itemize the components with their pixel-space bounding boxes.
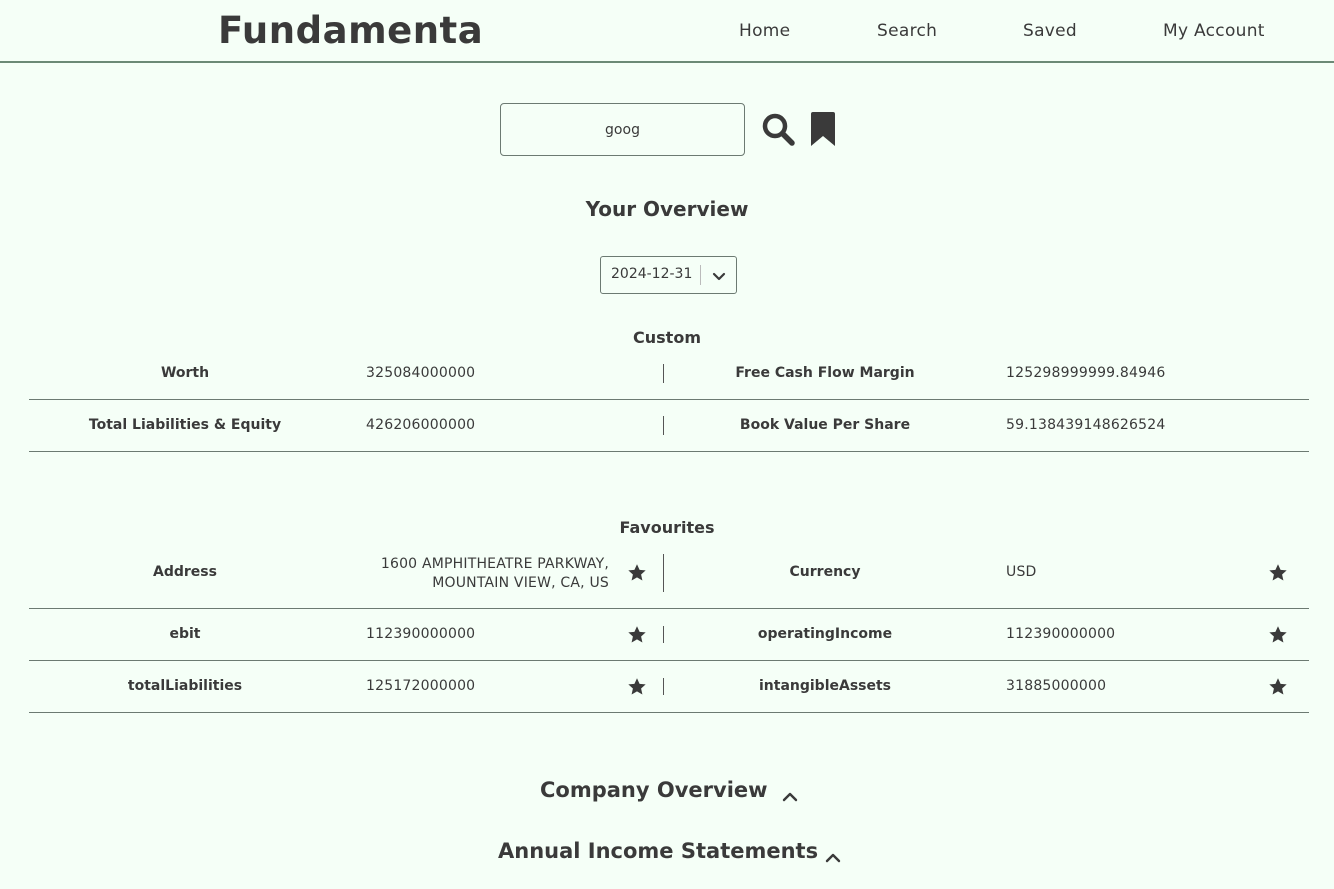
metric-value: 125172000000 <box>366 678 476 694</box>
overview-title: Your Overview <box>585 197 749 221</box>
star-icon[interactable] <box>627 677 647 697</box>
metric-label: Worth <box>160 365 210 381</box>
star-icon[interactable] <box>627 563 647 583</box>
chevron-up-icon <box>782 784 798 802</box>
nav-home-link[interactable]: Home <box>739 19 790 43</box>
star-icon[interactable] <box>1268 625 1288 645</box>
star-icon[interactable] <box>1268 563 1288 583</box>
metric-label: Address <box>153 564 217 580</box>
address-value: 1600 AMPHITHEATRE PARKWAY, MOUNTAIN VIEW… <box>366 555 609 593</box>
table-row: ebit 112390000000 operatingIncome 112390… <box>29 609 1309 661</box>
company-overview-label: Company Overview <box>540 778 768 802</box>
metric-value: 31885000000 <box>1006 678 1107 694</box>
metric-label: Currency <box>789 564 861 580</box>
company-overview-toggle[interactable]: Company Overview <box>0 778 1334 808</box>
metric-value: 426206000000 <box>366 417 476 433</box>
metric-label: Free Cash Flow Margin <box>735 365 915 381</box>
metric-label: ebit <box>169 626 201 642</box>
metric-value: 325084000000 <box>366 365 476 381</box>
chevron-down-icon <box>711 269 727 283</box>
column-divider <box>663 626 664 643</box>
annual-income-toggle[interactable]: Annual Income Statements <box>0 839 1334 869</box>
annual-income-label: Annual Income Statements <box>498 839 819 863</box>
metric-label: intangibleAssets <box>758 678 892 694</box>
metric-value: 59.138439148626524 <box>1006 417 1166 433</box>
date-select-value: 2024-12-31 <box>611 266 693 282</box>
custom-table-title: Custom <box>633 328 701 347</box>
ticker-search-input[interactable] <box>500 103 745 156</box>
metric-label: operatingIncome <box>757 626 893 642</box>
table-row: Address 1600 AMPHITHEATRE PARKWAY, MOUNT… <box>29 547 1309 609</box>
nav-account-link[interactable]: My Account <box>1163 19 1265 43</box>
star-icon[interactable] <box>1268 677 1288 697</box>
table-row: totalLiabilities 125172000000 intangible… <box>29 661 1309 713</box>
nav-search-link[interactable]: Search <box>877 19 937 43</box>
table-row: Total Liabilities & Equity 426206000000 … <box>29 400 1309 452</box>
column-divider <box>663 364 664 383</box>
select-separator <box>700 265 701 285</box>
metric-value: USD <box>1006 564 1037 580</box>
bookmark-icon[interactable] <box>810 112 836 146</box>
favourites-table-title: Favourites <box>619 518 715 537</box>
column-divider <box>663 554 664 592</box>
metric-value: 125298999999.84946 <box>1006 365 1166 381</box>
top-navbar: Fundamenta Home Search Saved My Account <box>0 0 1334 63</box>
search-icon[interactable] <box>760 111 796 147</box>
metric-value: 112390000000 <box>366 626 476 642</box>
column-divider <box>663 416 664 435</box>
nav-saved-link[interactable]: Saved <box>1023 19 1077 43</box>
chevron-up-icon <box>825 845 841 863</box>
address-line: 1600 AMPHITHEATRE PARKWAY, <box>380 556 609 572</box>
column-divider <box>663 678 664 695</box>
metric-value: 112390000000 <box>1006 626 1116 642</box>
metric-label: Total Liabilities & Equity <box>88 417 282 433</box>
star-icon[interactable] <box>627 625 647 645</box>
table-row: Worth 325084000000 Free Cash Flow Margin… <box>29 348 1309 400</box>
metric-label: totalLiabilities <box>127 678 243 694</box>
metric-label: Book Value Per Share <box>739 417 911 433</box>
date-select[interactable]: 2024-12-31 <box>600 256 737 294</box>
address-line: MOUNTAIN VIEW, CA, US <box>432 575 609 591</box>
brand-logo[interactable]: Fundamenta <box>218 8 483 54</box>
